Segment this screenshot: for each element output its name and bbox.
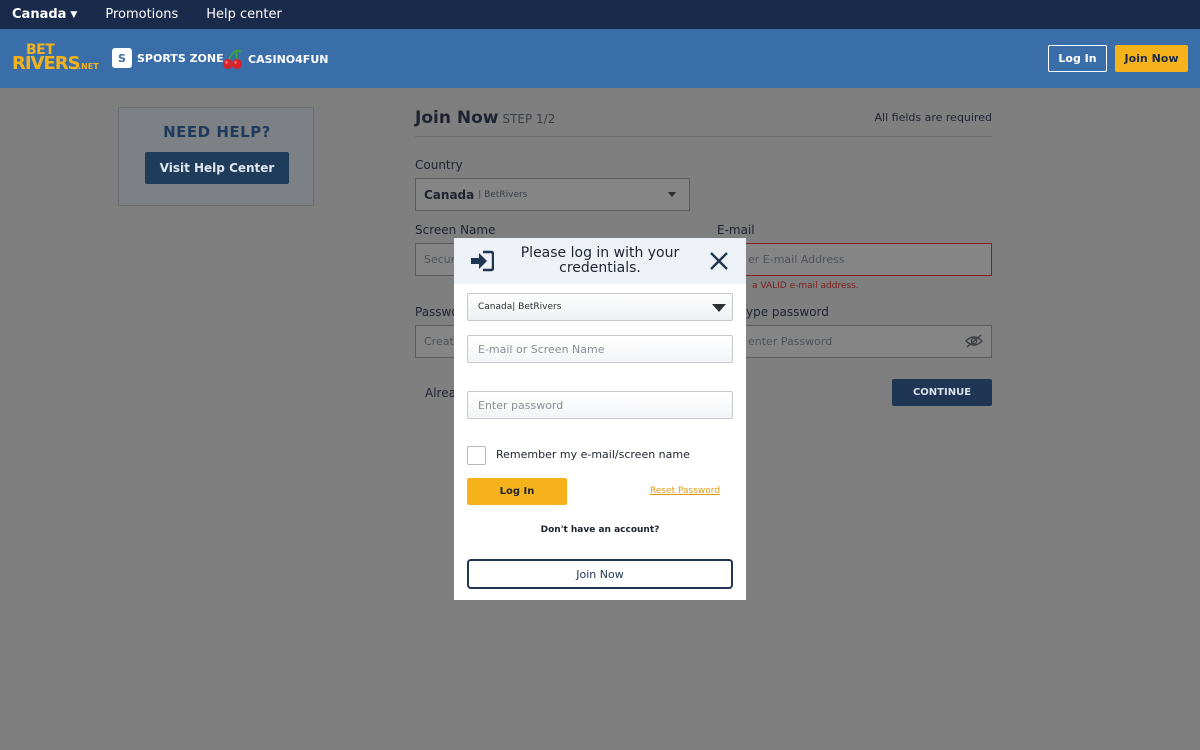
need-help-box: NEED HELP? Visit Help Center (118, 107, 314, 206)
login-email-placeholder: E-mail or Screen Name (478, 342, 605, 356)
modal-title: Please log in with your credentials. (520, 245, 680, 276)
sports-zone-link[interactable]: S SPORTS ZONE (112, 48, 224, 68)
enter-icon (471, 250, 494, 272)
screen-name-label: Screen Name (415, 223, 496, 237)
modal-header: Please log in with your credentials. (454, 238, 746, 284)
casino4fun-label: CASINO4FUN (248, 52, 329, 66)
site-select-value: Canada| BetRivers (478, 302, 562, 312)
country-label: Country (415, 158, 463, 172)
country-switcher[interactable]: Canada ▼ (12, 7, 77, 22)
form-divider (415, 136, 992, 137)
cherry-icon (223, 49, 242, 69)
already-member-text: Alrea (425, 386, 456, 400)
country-select-value: Canada (424, 187, 475, 202)
country-select[interactable]: Canada | BetRivers (415, 178, 690, 211)
site-header: BET RIVERS .NET S SPORTS ZONE CASINO4FUN… (0, 29, 1200, 88)
country-select-sub: | BetRivers (478, 189, 528, 200)
help-center-link[interactable]: Help center (206, 7, 282, 22)
visit-help-center-button[interactable]: Visit Help Center (145, 152, 289, 184)
modal-login-button[interactable]: Log In (467, 478, 567, 505)
email-label: E-mail (717, 223, 755, 237)
email-error-text: a VALID e-mail address. (752, 281, 859, 291)
modal-join-button[interactable]: Join Now (467, 559, 733, 589)
sports-zone-label: SPORTS ZONE (137, 51, 224, 65)
continue-button[interactable]: CONTINUE (892, 379, 992, 406)
email-input[interactable]: er E-mail Address (717, 243, 992, 276)
page-title-text: Join Now (415, 108, 499, 128)
betrivers-logo[interactable]: BET RIVERS .NET (12, 42, 99, 74)
logo-text-suffix: .NET (78, 62, 99, 71)
site-select[interactable]: Canada| BetRivers (467, 293, 733, 321)
password-label: Passwo (415, 305, 459, 319)
eye-off-icon[interactable] (965, 334, 983, 348)
retype-password-label: ype password (746, 305, 829, 319)
screen-name-placeholder: Secur (424, 253, 456, 266)
retype-password-input[interactable]: enter Password (717, 325, 992, 358)
country-switcher-label: Canada (12, 7, 67, 22)
required-note: All fields are required (874, 111, 992, 124)
chevron-down-icon: ▼ (70, 9, 78, 20)
email-placeholder: er E-mail Address (748, 253, 845, 266)
logo-text-main: RIVERS (12, 53, 81, 74)
need-help-title: NEED HELP? (163, 123, 271, 141)
caret-down-icon (668, 192, 676, 197)
casino4fun-link[interactable]: CASINO4FUN (222, 48, 328, 70)
promotions-link[interactable]: Promotions (105, 7, 178, 22)
top-utility-bar: Canada ▼ Promotions Help center (0, 0, 1200, 29)
login-email-input[interactable]: E-mail or Screen Name (467, 335, 733, 363)
no-account-text: Don't have an account? (540, 525, 660, 535)
remember-label[interactable]: Remember my e-mail/screen name (496, 448, 690, 461)
password-placeholder: Creat (424, 335, 454, 348)
header-join-button[interactable]: Join Now (1115, 45, 1188, 72)
remember-checkbox[interactable] (467, 446, 486, 465)
header-login-button[interactable]: Log In (1048, 45, 1107, 72)
retype-password-placeholder: enter Password (748, 335, 833, 348)
page-title: Join Now STEP 1/2 (415, 108, 555, 128)
login-modal: Please log in with your credentials. Can… (454, 238, 746, 600)
sports-zone-icon: S (112, 48, 132, 68)
reset-password-link[interactable]: Reset Password (650, 486, 720, 496)
caret-down-icon (712, 304, 726, 312)
step-indicator: STEP 1/2 (502, 112, 556, 126)
close-icon[interactable] (709, 251, 729, 271)
login-password-input[interactable]: Enter password (467, 391, 733, 419)
login-password-placeholder: Enter password (478, 398, 564, 412)
